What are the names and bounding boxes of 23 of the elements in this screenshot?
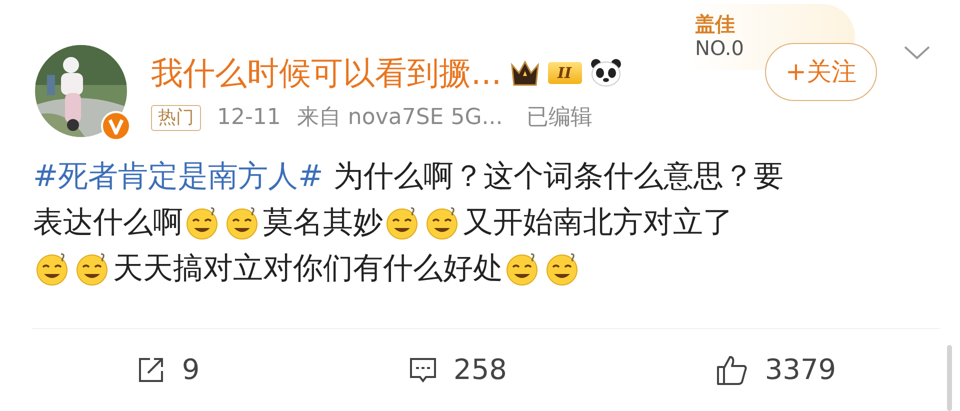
fan-badge-number: NO.0 (695, 36, 745, 60)
level-badge: II (548, 62, 582, 84)
post-text: 莫名其妙 (263, 204, 383, 242)
crown-icon (510, 59, 540, 87)
chevron-down-icon[interactable] (903, 44, 931, 62)
post-text: 为什么啊？这个词条什么意思？要 (333, 158, 784, 196)
post-source: 来自 nova7SE 5G... (296, 104, 503, 132)
fan-badge-name: 盖佳 (695, 12, 736, 36)
post-text: 表达什么啊 (33, 204, 183, 242)
edited-label: 已编辑 (526, 104, 593, 132)
user-name[interactable]: 我什么时候可以看到撅... (151, 53, 502, 93)
action-count: 258 (454, 352, 507, 388)
post-date: 12-11 (217, 104, 281, 132)
post-text: 又开始南北方对立了 (463, 204, 733, 242)
hot-tag: 热门 (151, 104, 201, 130)
panda-icon (590, 58, 622, 88)
post-text: 天天搞对立对你们有什么好处 (113, 250, 503, 288)
action-count: 3379 (764, 352, 836, 388)
action-count: 9 (182, 352, 200, 388)
scrollbar (947, 345, 952, 411)
follow-button[interactable]: +关注 (765, 43, 877, 101)
thumbs-up-icon[interactable] (714, 354, 749, 386)
hashtag-link[interactable]: #死者肯定是南方人# (33, 154, 324, 200)
